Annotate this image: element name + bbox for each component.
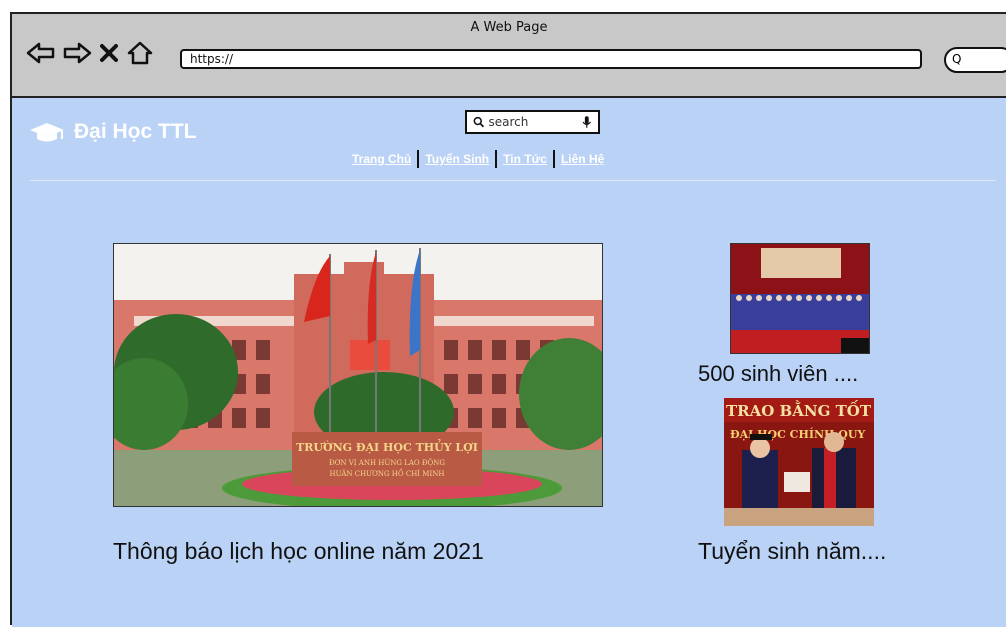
close-icon[interactable]: [98, 41, 120, 65]
side-article-image-1[interactable]: [730, 243, 870, 354]
menu-separator: [552, 150, 555, 168]
main-article-card[interactable]: TRƯỜNG ĐẠI HỌC THỦY LỢI ĐƠN VỊ ANH HÙNG …: [113, 243, 603, 507]
main-article-image[interactable]: TRƯỜNG ĐẠI HỌC THỦY LỢI ĐƠN VỊ ANH HÙNG …: [113, 243, 603, 507]
window-title: A Web Page: [470, 20, 548, 35]
sign-line-3: HUÂN CHƯƠNG HỒ CHÍ MINH: [330, 468, 445, 478]
menu-separator: [495, 150, 498, 168]
menu-item-home[interactable]: Trang Chủ: [352, 152, 411, 166]
menu-item-contact[interactable]: Liên Hệ: [561, 152, 604, 166]
sign-line-1: TRƯỜNG ĐẠI HỌC THỦY LỢI: [296, 439, 478, 454]
main-article-title[interactable]: Thông báo lịch học online năm 2021: [113, 538, 484, 565]
menu-separator: [417, 150, 420, 168]
menu-item-news[interactable]: Tin Tức: [503, 152, 547, 166]
browser-search-button[interactable]: Q: [944, 47, 1006, 73]
home-icon[interactable]: [126, 40, 154, 66]
banner-line-1: TRAO BẰNG TỐT NGH: [726, 400, 874, 420]
header-divider: [30, 180, 996, 181]
page-content: Đại Học TTL Trang Chủ Tuyển Sinh Tin Tức…: [12, 98, 1006, 627]
browser-window: A Web Page https:// Q Đại Học TTL search…: [10, 12, 1006, 627]
sign-line-2: ĐƠN VỊ ANH HÙNG LAO ĐỘNG: [329, 458, 445, 467]
menu-item-admissions[interactable]: Tuyển Sinh: [425, 152, 489, 166]
side-article-title-1[interactable]: 500 sinh viên ....: [698, 361, 858, 387]
site-brand[interactable]: Đại Học TTL: [28, 120, 197, 144]
search-input[interactable]: [488, 115, 579, 129]
brand-name: Đại Học TTL: [74, 120, 197, 143]
forward-arrow-icon[interactable]: [62, 41, 92, 65]
browser-chrome: A Web Page https:// Q: [12, 14, 1006, 98]
side-article-image-2[interactable]: TRAO BẰNG TỐT NGH ĐẠI HỌC CHÍNH QUY: [724, 398, 874, 526]
microphone-icon[interactable]: [582, 115, 592, 129]
search-icon: [473, 116, 485, 128]
back-arrow-icon[interactable]: [26, 41, 56, 65]
browser-search-glyph: Q: [952, 52, 962, 66]
url-text: https://: [190, 52, 234, 66]
graduation-cap-icon: [30, 123, 64, 142]
side-article-title-2[interactable]: Tuyển sinh năm....: [698, 538, 886, 565]
nav-controls: [26, 40, 154, 66]
main-menu: Trang Chủ Tuyển Sinh Tin Tức Liên Hệ: [352, 150, 604, 168]
site-search-box[interactable]: [465, 110, 600, 134]
address-bar[interactable]: https://: [180, 49, 922, 69]
